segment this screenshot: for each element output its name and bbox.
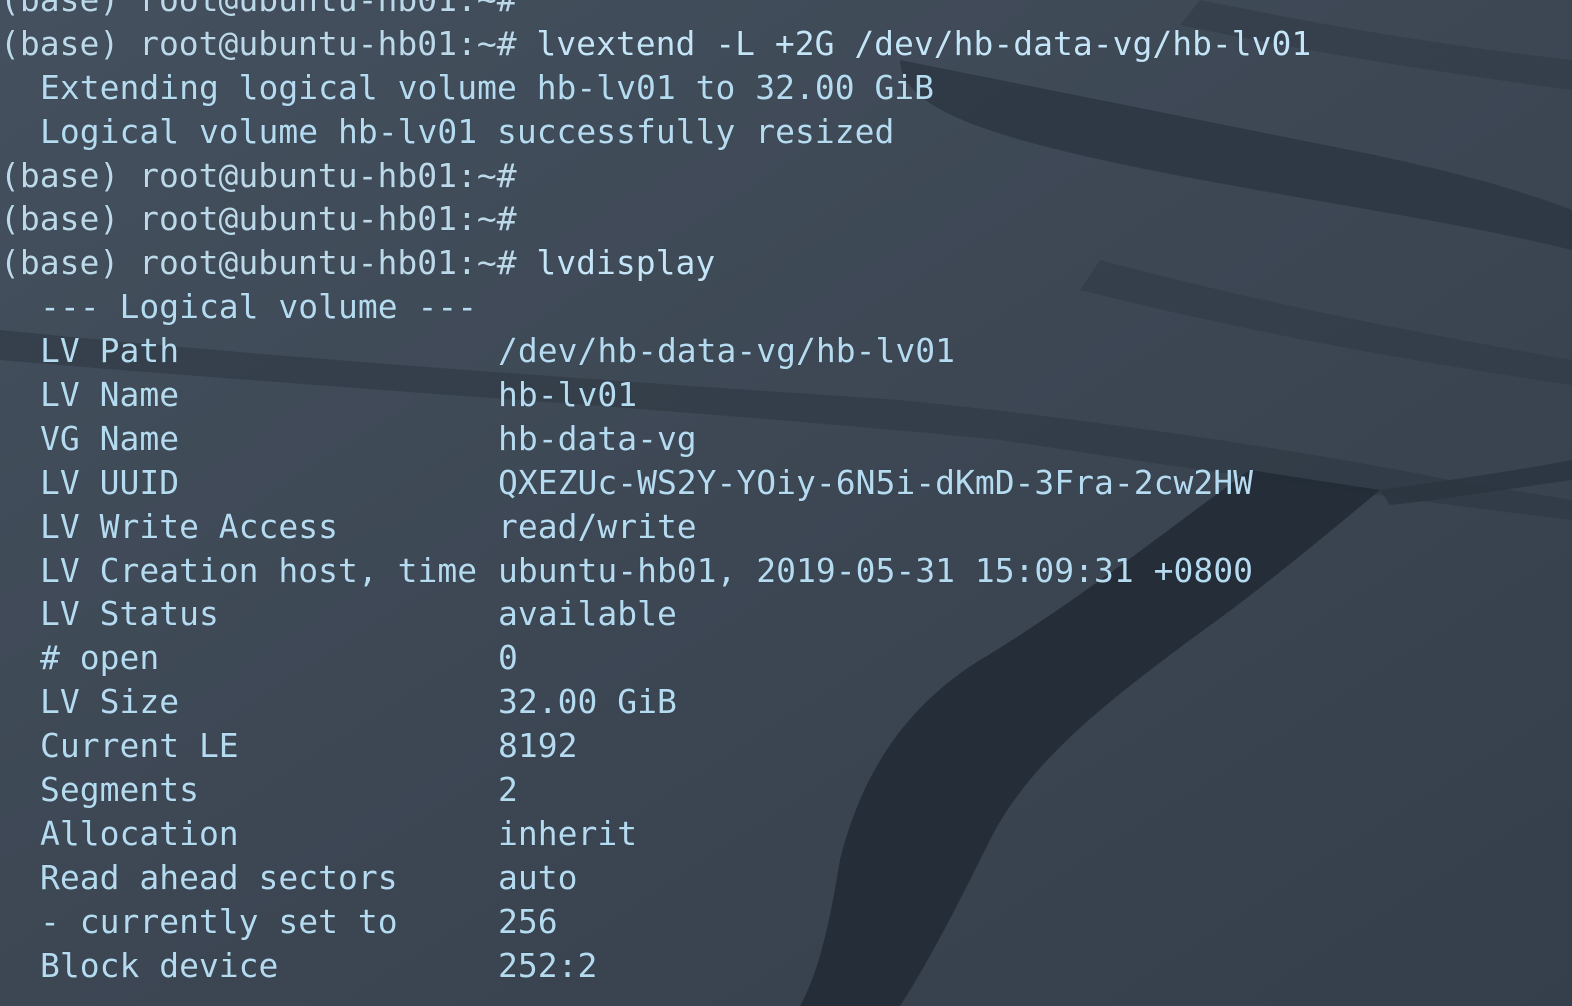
lv-attribute-row: Current LE 8192: [0, 724, 1572, 768]
lv-attribute-row: Segments 2: [0, 768, 1572, 812]
lv-attribute-key: VG Name: [40, 418, 180, 458]
lv-attribute-row: LV Path/dev/hb-data-vg/hb-lv01: [0, 329, 1572, 373]
command-text: lvdisplay: [516, 243, 716, 283]
lv-attribute-key: Segments: [40, 770, 199, 810]
lv-attribute-value: read/write: [498, 506, 697, 546]
lv-attribute-row: LV Write Access read/write: [0, 505, 1572, 549]
lv-attribute-key: LV UUID: [40, 462, 180, 502]
lv-attribute-key: Current LE: [40, 726, 239, 766]
output-line: Logical volume hb-lv01 successfully resi…: [0, 110, 1572, 154]
shell-prompt: (base) root@ubuntu-hb01:~#: [0, 155, 517, 195]
lv-attribute-value: 0: [498, 638, 518, 678]
lv-attribute-key: LV Write Access: [40, 506, 339, 546]
lv-attribute-key: - currently set to: [40, 901, 398, 941]
lv-attribute-row: LV UUID QXEZUc-WS2Y-YOiy-6N5i-dKmD-3Fra-2…: [0, 461, 1572, 505]
shell-prompt: (base) root@ubuntu-hb01:~#: [0, 23, 517, 63]
lv-attribute-value: 256: [498, 901, 558, 941]
terminal-output: (base) root@ubuntu-hb01:~#(base) root@ub…: [0, 0, 1572, 1006]
lv-attribute-row: LV Creation host, time ubuntu-hb01, 2019-…: [0, 549, 1572, 593]
lv-attribute-key: LV Name: [40, 375, 180, 415]
output-text: Logical volume hb-lv01 successfully resi…: [40, 111, 895, 151]
lv-attribute-value: inherit: [498, 813, 638, 853]
lv-attribute-key: LV Size: [40, 682, 180, 722]
lv-attribute-key: Block device: [40, 945, 279, 985]
lv-attribute-row: # open 0: [0, 636, 1572, 680]
shell-prompt: (base) root@ubuntu-hb01:~#: [0, 199, 517, 239]
lv-attribute-row: Block device 252:2: [0, 944, 1572, 988]
lv-attribute-row: Allocation inherit: [0, 812, 1572, 856]
lv-attribute-value: ubuntu-hb01, 2019-05-31 15:09:31 +0800: [498, 550, 1253, 590]
lv-attribute-row: Read ahead sectors auto: [0, 856, 1572, 900]
shell-prompt: (base) root@ubuntu-hb01:~#: [0, 243, 517, 283]
lv-attribute-row: LV Size 32.00 GiB: [0, 680, 1572, 724]
lv-attribute-row: - currently set to 256: [0, 900, 1572, 944]
lv-attribute-value: /dev/hb-data-vg/hb-lv01: [498, 331, 955, 371]
prompt-line: (base) root@ubuntu-hb01:~#: [0, 154, 1572, 198]
output-text: Extending logical volume hb-lv01 to 32.0…: [40, 67, 935, 107]
lv-attribute-value: 252:2: [498, 945, 598, 985]
lv-attribute-row: LV Name hb-lv01: [0, 373, 1572, 417]
lv-attribute-row: VG Name hb-data-vg: [0, 417, 1572, 461]
lv-attribute-key: LV Path: [40, 331, 180, 371]
lv-attribute-key: LV Creation host, time: [40, 550, 478, 590]
shell-prompt: (base) root@ubuntu-hb01:~#: [0, 0, 517, 19]
lv-attribute-value: 8192: [498, 726, 578, 766]
lv-attribute-key: LV Status: [40, 594, 219, 634]
lv-attribute-value: hb-lv01: [498, 375, 638, 415]
prompt-line: (base) root@ubuntu-hb01:~# lvdisplay: [0, 241, 1572, 285]
output-line: Extending logical volume hb-lv01 to 32.0…: [0, 66, 1572, 110]
output-text: --- Logical volume ---: [40, 287, 478, 327]
lv-attribute-row: LV Status available: [0, 592, 1572, 636]
lv-attribute-value: available: [498, 594, 677, 634]
lv-attribute-key: Read ahead sectors: [40, 857, 398, 897]
output-line: --- Logical volume ---: [0, 285, 1572, 329]
lv-attribute-value: hb-data-vg: [498, 418, 697, 458]
lv-attribute-key: # open: [40, 638, 160, 678]
lv-attribute-value: 32.00 GiB: [498, 682, 677, 722]
lv-attribute-key: Allocation: [40, 813, 239, 853]
lv-attribute-value: QXEZUc-WS2Y-YOiy-6N5i-dKmD-3Fra-2cw2HW: [498, 462, 1253, 502]
prompt-line: (base) root@ubuntu-hb01:~#: [0, 197, 1572, 241]
lv-attribute-value: auto: [498, 857, 578, 897]
lv-attribute-value: 2: [498, 770, 518, 810]
prompt-line: (base) root@ubuntu-hb01:~#: [0, 0, 1572, 22]
command-text: lvextend -L +2G /dev/hb-data-vg/hb-lv01: [516, 23, 1312, 63]
prompt-line: (base) root@ubuntu-hb01:~# lvextend -L +…: [0, 22, 1572, 66]
